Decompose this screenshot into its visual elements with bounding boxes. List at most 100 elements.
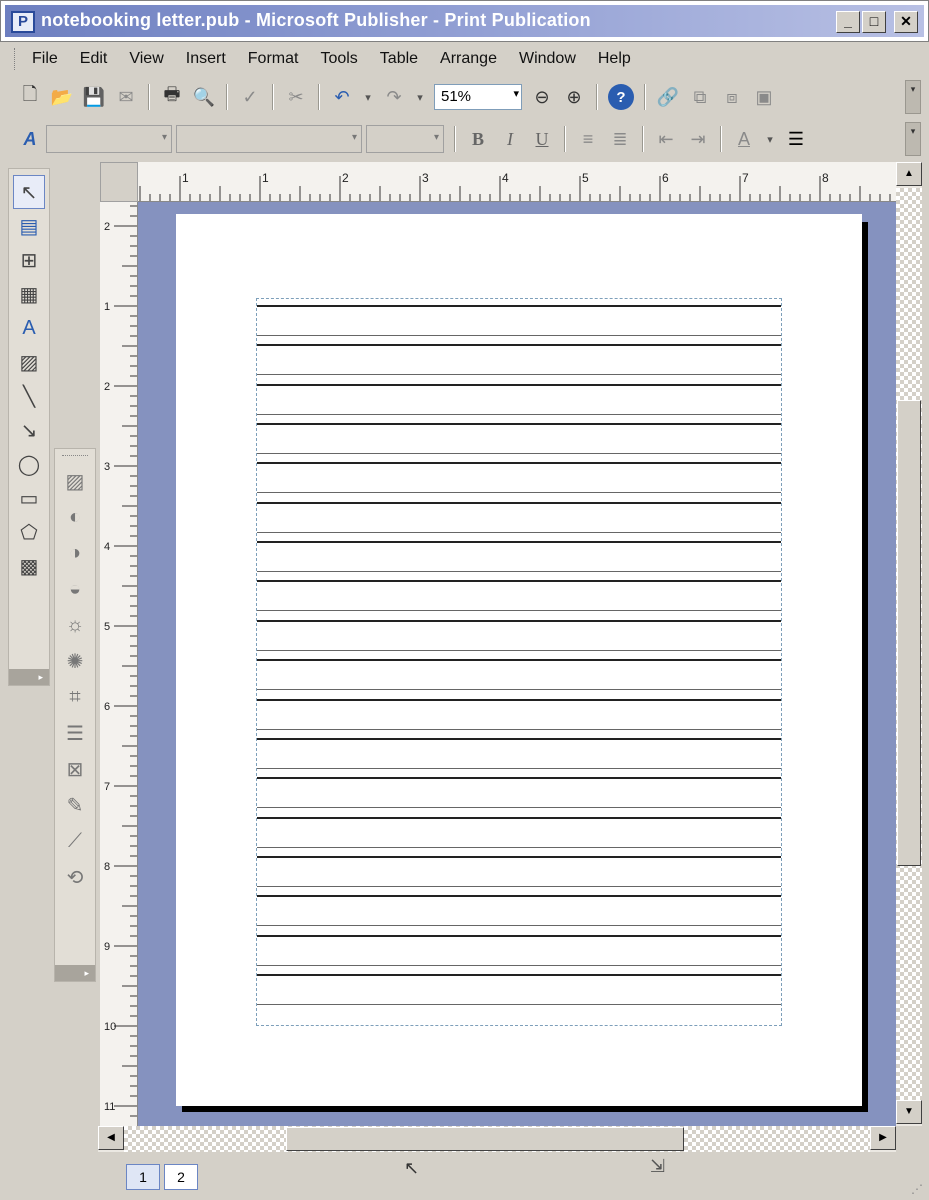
spelling-icon[interactable]: ✓ bbox=[234, 81, 266, 113]
menu-bar-grip[interactable] bbox=[14, 48, 18, 70]
menu-window[interactable]: Window bbox=[519, 50, 576, 68]
zoom-out-icon[interactable]: ⊖ bbox=[526, 81, 558, 113]
maximize-button[interactable]: □ bbox=[862, 11, 886, 33]
insert-picture-tool-icon[interactable]: ▨ bbox=[59, 463, 91, 499]
scroll-right-icon[interactable]: ▶ bbox=[870, 1126, 896, 1150]
ruler-corner[interactable] bbox=[100, 162, 138, 202]
increase-indent-icon[interactable]: ⇥ bbox=[682, 123, 714, 155]
save-icon[interactable]: 💾 bbox=[78, 81, 110, 113]
group-objects-icon[interactable]: ▣ bbox=[748, 81, 780, 113]
menu-format[interactable]: Format bbox=[248, 50, 299, 68]
scroll-down-icon[interactable]: ▼ bbox=[896, 1100, 922, 1124]
ruled-lines-frame[interactable] bbox=[256, 298, 782, 1026]
send-to-back-icon[interactable]: ⧈ bbox=[716, 81, 748, 113]
picture-frame-tool-icon[interactable]: ▨ bbox=[13, 345, 45, 379]
bold-button[interactable]: B bbox=[462, 123, 494, 155]
print-icon[interactable]: 🖶 bbox=[156, 81, 188, 113]
zoom-in-icon[interactable]: ⊕ bbox=[558, 81, 590, 113]
help-icon[interactable]: ? bbox=[608, 84, 634, 110]
publisher-app-icon[interactable]: P bbox=[11, 11, 35, 33]
zoom-dropdown-icon[interactable]: ▾ bbox=[513, 87, 519, 100]
italic-button[interactable]: I bbox=[494, 123, 526, 155]
arrow-tool-icon[interactable]: ↘ bbox=[13, 413, 45, 447]
objects-toolbar-more-icon[interactable]: ▸ bbox=[9, 669, 49, 685]
format-picture-tool-icon[interactable]: ✎ bbox=[59, 787, 91, 823]
align-left-icon[interactable]: ≡ bbox=[572, 123, 604, 155]
toolbar-options-icon[interactable]: ▾ bbox=[905, 80, 921, 114]
picture-toolbar-grip[interactable] bbox=[62, 455, 88, 459]
vertical-scroll-thumb[interactable] bbox=[897, 400, 921, 866]
menu-table[interactable]: Table bbox=[380, 50, 418, 68]
design-gallery-tool-icon[interactable]: ▩ bbox=[13, 549, 45, 583]
font-combo[interactable]: ▾ bbox=[176, 125, 362, 153]
line-tool-icon[interactable]: ╲ bbox=[13, 379, 45, 413]
font-size-combo[interactable]: ▾ bbox=[366, 125, 444, 153]
menu-view[interactable]: View bbox=[129, 50, 163, 68]
publication-page[interactable] bbox=[176, 214, 862, 1106]
font-size-dropdown-icon[interactable]: ▾ bbox=[434, 132, 439, 143]
zoom-combo[interactable]: 51% ▾ bbox=[434, 84, 522, 110]
hyperlink-icon[interactable]: 🔗 bbox=[652, 81, 684, 113]
less-contrast-tool-icon[interactable]: ◒ bbox=[59, 571, 91, 607]
resize-grip-icon[interactable]: ⋰ bbox=[911, 1182, 923, 1196]
style-combo[interactable]: ▾ bbox=[46, 125, 172, 153]
new-document-icon[interactable]: 🗋 bbox=[14, 81, 46, 113]
close-button[interactable]: ✕ bbox=[894, 11, 918, 33]
style-dropdown-icon[interactable]: ▾ bbox=[162, 132, 167, 143]
page-2-button[interactable]: 2 bbox=[164, 1164, 198, 1190]
bring-to-front-icon[interactable]: ⧉ bbox=[684, 81, 716, 113]
vertical-ruler[interactable]: 2 1 2 3 4 5 6 7 8 9 10 11 bbox=[100, 202, 138, 1126]
font-color-icon[interactable]: A bbox=[728, 123, 760, 155]
scroll-up-icon[interactable]: ▲ bbox=[896, 162, 922, 186]
crop-tool-icon[interactable]: ⌗ bbox=[59, 679, 91, 715]
undo-icon[interactable]: ↶ bbox=[326, 81, 358, 113]
page-1-button[interactable]: 1 bbox=[126, 1164, 160, 1190]
text-box-tool-icon[interactable]: ▤ bbox=[13, 209, 45, 243]
menu-edit[interactable]: Edit bbox=[80, 50, 108, 68]
vertical-scrollbar[interactable]: ▲ ▼ bbox=[896, 162, 922, 1126]
line-style-icon[interactable]: ☰ bbox=[780, 123, 812, 155]
less-brightness-tool-icon[interactable]: ✺ bbox=[59, 643, 91, 679]
font-dropdown-icon[interactable]: ▾ bbox=[352, 132, 357, 143]
mail-recipient-icon[interactable]: ✉ bbox=[110, 81, 142, 113]
reset-picture-tool-icon[interactable]: ⟲ bbox=[59, 859, 91, 895]
set-transparent-tool-icon[interactable]: ⟋ bbox=[59, 823, 91, 859]
rectangle-tool-icon[interactable]: ▭ bbox=[13, 481, 45, 515]
oval-tool-icon[interactable]: ◯ bbox=[13, 447, 45, 481]
menu-help[interactable]: Help bbox=[598, 50, 631, 68]
horizontal-scrollbar[interactable]: ◀ ▶ bbox=[98, 1126, 896, 1152]
font-color-dropdown-icon[interactable]: ▾ bbox=[760, 123, 780, 155]
wordart-tool-icon[interactable]: A bbox=[13, 311, 45, 345]
underline-button[interactable]: U bbox=[526, 123, 558, 155]
insert-table-tool-icon[interactable]: ⊞ bbox=[13, 243, 45, 277]
menu-arrange[interactable]: Arrange bbox=[440, 50, 497, 68]
menu-insert[interactable]: Insert bbox=[186, 50, 226, 68]
cut-icon[interactable]: ✂ bbox=[280, 81, 312, 113]
table-frame-tool-icon[interactable]: ▦ bbox=[13, 277, 45, 311]
align-center-icon[interactable]: ≣ bbox=[604, 123, 636, 155]
menu-file[interactable]: File bbox=[32, 50, 58, 68]
line-style-tool-icon[interactable]: ☰ bbox=[59, 715, 91, 751]
autoshapes-tool-icon[interactable]: ⬠ bbox=[13, 515, 45, 549]
more-brightness-tool-icon[interactable]: ☼ bbox=[59, 607, 91, 643]
picture-toolbar-more-icon[interactable]: ▸ bbox=[55, 965, 95, 981]
minimize-button[interactable]: _ bbox=[836, 11, 860, 33]
publication-workspace[interactable] bbox=[138, 202, 896, 1126]
color-tool-icon[interactable]: ◐ bbox=[59, 499, 91, 535]
scroll-left-icon[interactable]: ◀ bbox=[98, 1126, 124, 1150]
redo-icon[interactable]: ↷ bbox=[378, 81, 410, 113]
redo-dropdown-icon[interactable]: ▾ bbox=[410, 81, 430, 113]
horizontal-ruler[interactable]: 1 1 2 3 4 5 6 7 8 bbox=[138, 162, 896, 202]
print-preview-icon[interactable]: 🔍 bbox=[188, 81, 220, 113]
menu-tools[interactable]: Tools bbox=[320, 50, 357, 68]
more-contrast-tool-icon[interactable]: ◑ bbox=[59, 535, 91, 571]
horizontal-ruler-label: 5 bbox=[582, 171, 589, 185]
decrease-indent-icon[interactable]: ⇤ bbox=[650, 123, 682, 155]
text-wrapping-tool-icon[interactable]: ⊠ bbox=[59, 751, 91, 787]
open-folder-icon[interactable]: 📂 bbox=[46, 81, 78, 113]
horizontal-scroll-thumb[interactable] bbox=[286, 1127, 684, 1151]
undo-dropdown-icon[interactable]: ▾ bbox=[358, 81, 378, 113]
select-tool-icon[interactable]: ↖ bbox=[13, 175, 45, 209]
styles-icon[interactable]: A bbox=[14, 123, 46, 155]
toolbar-options-icon[interactable]: ▾ bbox=[905, 122, 921, 156]
